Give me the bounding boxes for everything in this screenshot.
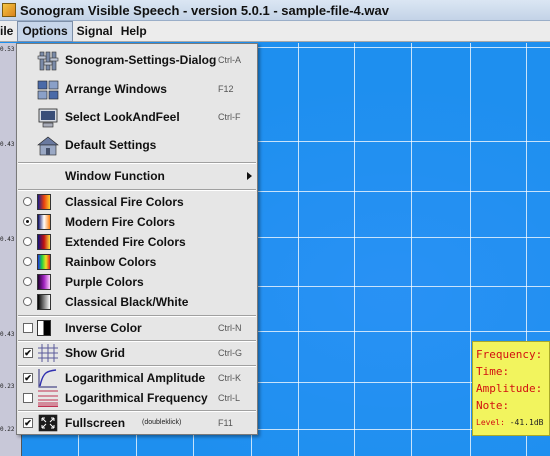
checkbox[interactable] xyxy=(23,323,33,333)
menu-item-classical-fire[interactable]: Classical Fire Colors xyxy=(17,192,257,212)
menu-signal[interactable]: Signal xyxy=(73,21,117,42)
arrange-windows-shortcut: F12 xyxy=(218,84,234,94)
grid-line xyxy=(470,43,471,456)
menu-item-settings-dialog[interactable]: Sonogram-Settings-Dialog Ctrl-A xyxy=(17,50,257,72)
arrange-windows-label: Arrange Windows xyxy=(65,82,167,96)
palette-swatch-icon xyxy=(37,194,51,210)
log-amplitude-shortcut: Ctrl-K xyxy=(218,373,241,383)
title-bar: Sonogram Visible Speech - version 5.0.1 … xyxy=(0,0,550,21)
checkbox[interactable]: ✔ xyxy=(23,373,33,383)
checkbox[interactable] xyxy=(23,393,33,403)
grid-line xyxy=(411,43,412,456)
menu-item-log-amplitude[interactable]: ✔ Logarithmical Amplitude Ctrl-K xyxy=(17,368,257,388)
menu-item-default-settings[interactable]: Default Settings xyxy=(17,135,257,157)
palette-swatch-icon xyxy=(37,274,51,290)
menu-item-show-grid[interactable]: ✔ Show Grid Ctrl-G xyxy=(17,343,257,363)
time-label: Time: xyxy=(476,365,510,378)
menu-item-purple[interactable]: Purple Colors xyxy=(17,272,257,292)
checkbox[interactable]: ✔ xyxy=(23,418,33,428)
grid-line xyxy=(298,43,299,456)
look-and-feel-shortcut: Ctrl-F xyxy=(218,112,241,122)
show-grid-shortcut: Ctrl-G xyxy=(218,348,242,358)
palette-swatch-icon xyxy=(37,294,51,310)
radio-button[interactable] xyxy=(23,257,32,266)
palette-swatch-icon xyxy=(37,254,51,270)
settings-dialog-shortcut: Ctrl-A xyxy=(218,55,241,65)
menu-options[interactable]: Options xyxy=(17,20,73,42)
radio-button[interactable] xyxy=(23,237,32,246)
menu-item-fullscreen[interactable]: ✔ Fullscreen (doubleklick) F11 xyxy=(17,413,257,433)
radio-button[interactable] xyxy=(23,297,32,306)
fullscreen-hint: (doubleklick) xyxy=(142,419,182,426)
default-settings-label: Default Settings xyxy=(65,138,157,152)
frequency-label: Frequency: xyxy=(476,348,543,361)
grid-line xyxy=(354,43,355,456)
log-frequency-label: Logarithmical Frequency xyxy=(65,391,208,405)
menu-item-look-and-feel[interactable]: Select LookAndFeel Ctrl-F xyxy=(17,107,257,129)
menu-item-extended-fire[interactable]: Extended Fire Colors xyxy=(17,232,257,252)
window-title: Sonogram Visible Speech - version 5.0.1 … xyxy=(20,2,389,18)
amplitude-label: Amplitude: xyxy=(476,382,543,395)
log-frequency-shortcut: Ctrl-L xyxy=(218,393,240,403)
checkbox[interactable]: ✔ xyxy=(23,348,33,358)
palette-swatch-icon xyxy=(37,234,51,250)
inverse-color-shortcut: Ctrl-N xyxy=(218,323,242,333)
log-frequency-icon xyxy=(37,388,59,408)
menu-separator xyxy=(18,189,256,191)
menu-separator xyxy=(18,340,256,342)
level-readout: Level: -41.1dB xyxy=(476,418,549,427)
palette-swatch-icon xyxy=(37,214,51,230)
menu-item-log-frequency[interactable]: Logarithmical Frequency Ctrl-L xyxy=(17,388,257,408)
app-icon xyxy=(2,3,16,17)
note-label: Note: xyxy=(476,399,510,412)
menu-help[interactable]: Help xyxy=(117,21,151,42)
monitor-icon xyxy=(37,108,59,128)
inverse-color-label: Inverse Color xyxy=(65,321,142,335)
classical-fire-label: Classical Fire Colors xyxy=(65,195,184,209)
look-and-feel-label: Select LookAndFeel xyxy=(65,110,180,124)
window-function-label: Window Function xyxy=(65,169,165,183)
menu-item-arrange-windows[interactable]: Arrange Windows F12 xyxy=(17,79,257,101)
menu-item-rainbow[interactable]: Rainbow Colors xyxy=(17,252,257,272)
menu-bar: ile Options Signal Help xyxy=(0,20,550,42)
extended-fire-label: Extended Fire Colors xyxy=(65,235,186,249)
fullscreen-label: Fullscreen xyxy=(65,416,126,430)
menu-separator xyxy=(18,162,256,164)
log-amplitude-icon xyxy=(37,368,59,388)
radio-button[interactable] xyxy=(23,197,32,206)
inverse-color-icon xyxy=(37,320,51,336)
rainbow-label: Rainbow Colors xyxy=(65,255,157,269)
radio-button[interactable] xyxy=(23,217,32,226)
show-grid-label: Show Grid xyxy=(65,346,125,360)
settings-dialog-icon xyxy=(37,51,59,71)
menu-item-inverse-color[interactable]: Inverse Color Ctrl-N xyxy=(17,318,257,338)
menu-separator xyxy=(18,365,256,367)
grid-icon xyxy=(37,343,59,363)
radio-button[interactable] xyxy=(23,277,32,286)
purple-label: Purple Colors xyxy=(65,275,144,289)
menu-item-black-white[interactable]: Classical Black/White xyxy=(17,292,257,312)
log-amplitude-label: Logarithmical Amplitude xyxy=(65,371,206,385)
fullscreen-icon xyxy=(37,413,59,433)
menu-item-modern-fire[interactable]: Modern Fire Colors xyxy=(17,212,257,232)
options-dropdown-menu: Sonogram-Settings-Dialog Ctrl-A Arrange … xyxy=(16,43,258,435)
level-label: Level: xyxy=(476,418,505,427)
menu-separator xyxy=(18,315,256,317)
modern-fire-label: Modern Fire Colors xyxy=(65,215,176,229)
fullscreen-shortcut: F11 xyxy=(218,418,233,428)
menu-file[interactable]: ile xyxy=(0,21,17,42)
level-value: -41.1dB xyxy=(509,418,544,427)
black-white-label: Classical Black/White xyxy=(65,295,189,309)
menu-separator xyxy=(18,410,256,412)
submenu-arrow-icon xyxy=(247,172,252,180)
home-icon xyxy=(37,136,59,156)
cursor-info-box: Frequency: Time: Amplitude: Note: Level:… xyxy=(472,341,550,436)
arrange-windows-icon xyxy=(37,80,59,100)
settings-dialog-label: Sonogram-Settings-Dialog xyxy=(65,53,217,67)
menu-item-window-function[interactable]: Window Function xyxy=(17,166,257,186)
